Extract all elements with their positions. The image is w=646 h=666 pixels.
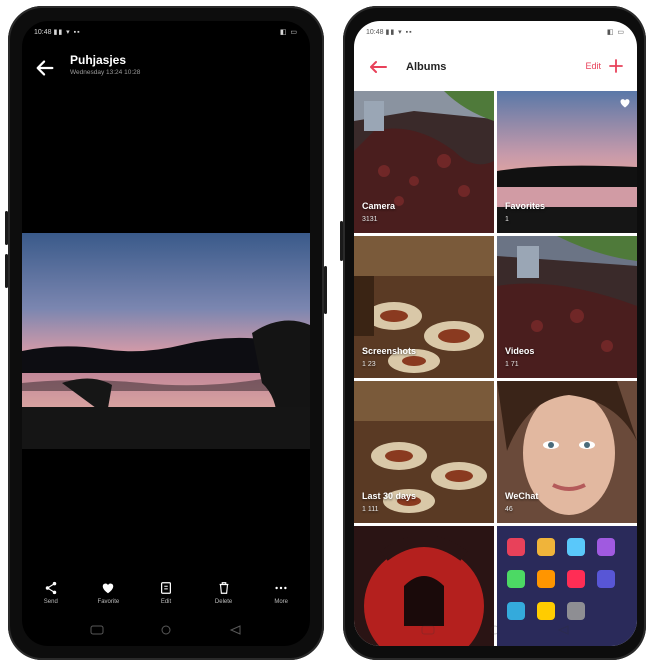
edit-button[interactable]: Edit	[141, 581, 191, 621]
sunset-photo[interactable]	[22, 233, 310, 449]
add-album-icon[interactable]	[607, 57, 625, 75]
album-screenshots[interactable]: Screenshots 1 23	[354, 236, 494, 378]
album-count: 1	[505, 216, 509, 223]
albums-header: Albums Edit	[354, 51, 637, 85]
album-name: WeChat	[505, 491, 539, 501]
album-name: Camera	[362, 201, 396, 211]
battery-icon: ◧ ▭	[606, 29, 625, 36]
photo-viewer-screen: 10:48 ▮▮ ▾ ▪▪ ◧ ▭ Puhjasjes Wednesday 13…	[22, 21, 310, 646]
delete-button[interactable]: Delete	[199, 581, 249, 621]
album-name: Videos	[505, 346, 535, 356]
more-button[interactable]: More	[256, 581, 306, 621]
back-nav-icon[interactable]	[228, 625, 242, 635]
photo-toolbar: Send Favorite Edit Delete More	[22, 581, 310, 621]
edit-label: Edit	[160, 599, 172, 605]
volume-button	[5, 254, 8, 288]
album-name: Last 30 days	[362, 491, 417, 501]
left-phone-frame: 10:48 ▮▮ ▾ ▪▪ ◧ ▭ Puhjasjes Wednesday 13…	[5, 6, 327, 660]
status-bar: 10:48 ▮▮ ▾ ▪▪ ◧ ▭	[22, 21, 310, 43]
albums-screen: 10:48 ▮▮ ▾ ▪▪ ◧ ▭ Albums Edit Camera 313…	[354, 21, 637, 646]
trash-icon	[219, 582, 228, 594]
share-icon	[45, 581, 57, 595]
album-count: 1 23	[362, 361, 376, 368]
favorite-button[interactable]: Favorite	[83, 581, 133, 621]
battery-icon: ◧ ▭	[279, 29, 298, 36]
album-cover	[354, 91, 494, 233]
album-cover	[497, 381, 637, 523]
album-count: 46	[505, 506, 513, 513]
album-wechat[interactable]: WeChat 46	[497, 381, 637, 523]
back-arrow-icon[interactable]	[34, 57, 56, 79]
volume-button	[340, 221, 343, 261]
recents-nav-icon[interactable]	[421, 625, 435, 635]
system-nav-bar	[354, 620, 637, 640]
right-phone-frame: 10:48 ▮▮ ▾ ▪▪ ◧ ▭ Albums Edit Camera 313…	[340, 6, 646, 660]
back-arrow-icon[interactable]	[368, 59, 388, 75]
recents-nav-icon[interactable]	[90, 625, 104, 635]
album-last-30-days[interactable]: Last 30 days 1 111	[354, 381, 494, 523]
send-button[interactable]: Send	[26, 581, 76, 621]
album-favorites[interactable]: Favorites 1	[497, 91, 637, 233]
send-label: Send	[43, 599, 58, 605]
home-nav-icon[interactable]	[159, 625, 173, 635]
status-time: 10:48	[34, 29, 52, 36]
power-button	[324, 266, 327, 314]
volume-button	[5, 211, 8, 245]
page-title: Albums	[406, 61, 447, 73]
viewer-header: Puhjasjes Wednesday 13:24 10:28	[22, 49, 310, 89]
album-count: 3131	[362, 216, 378, 223]
more-icon	[275, 586, 287, 590]
album-cover	[354, 381, 494, 523]
album-count: 1 71	[505, 361, 519, 368]
system-nav-bar	[22, 620, 310, 640]
status-icons: ▮▮ ▾ ▪▪	[385, 29, 413, 36]
home-nav-icon[interactable]	[488, 625, 502, 635]
status-bar: 10:48 ▮▮ ▾ ▪▪ ◧ ▭	[354, 21, 637, 43]
album-name: Favorites	[505, 201, 546, 211]
heart-icon	[620, 99, 630, 108]
album-cover	[497, 91, 637, 233]
photo-title: Puhjasjes	[70, 53, 127, 67]
favorite-label: Favorite	[97, 599, 120, 605]
heart-icon	[103, 583, 114, 594]
status-time: 10:48	[366, 29, 384, 36]
back-nav-icon[interactable]	[556, 625, 570, 635]
album-cover	[354, 236, 494, 378]
more-label: More	[274, 599, 288, 605]
album-videos[interactable]: Videos 1 71	[497, 236, 637, 378]
edit-icon	[160, 582, 171, 594]
edit-button[interactable]: Edit	[585, 61, 601, 71]
status-icons: ▮▮ ▾ ▪▪	[53, 29, 81, 36]
album-count: 1 111	[362, 506, 379, 513]
album-camera[interactable]: Camera 3131	[354, 91, 494, 233]
photo-date: Wednesday 13:24 10:28	[70, 69, 141, 76]
delete-label: Delete	[214, 599, 233, 605]
album-name: Screenshots	[362, 346, 417, 356]
album-cover	[497, 236, 637, 378]
